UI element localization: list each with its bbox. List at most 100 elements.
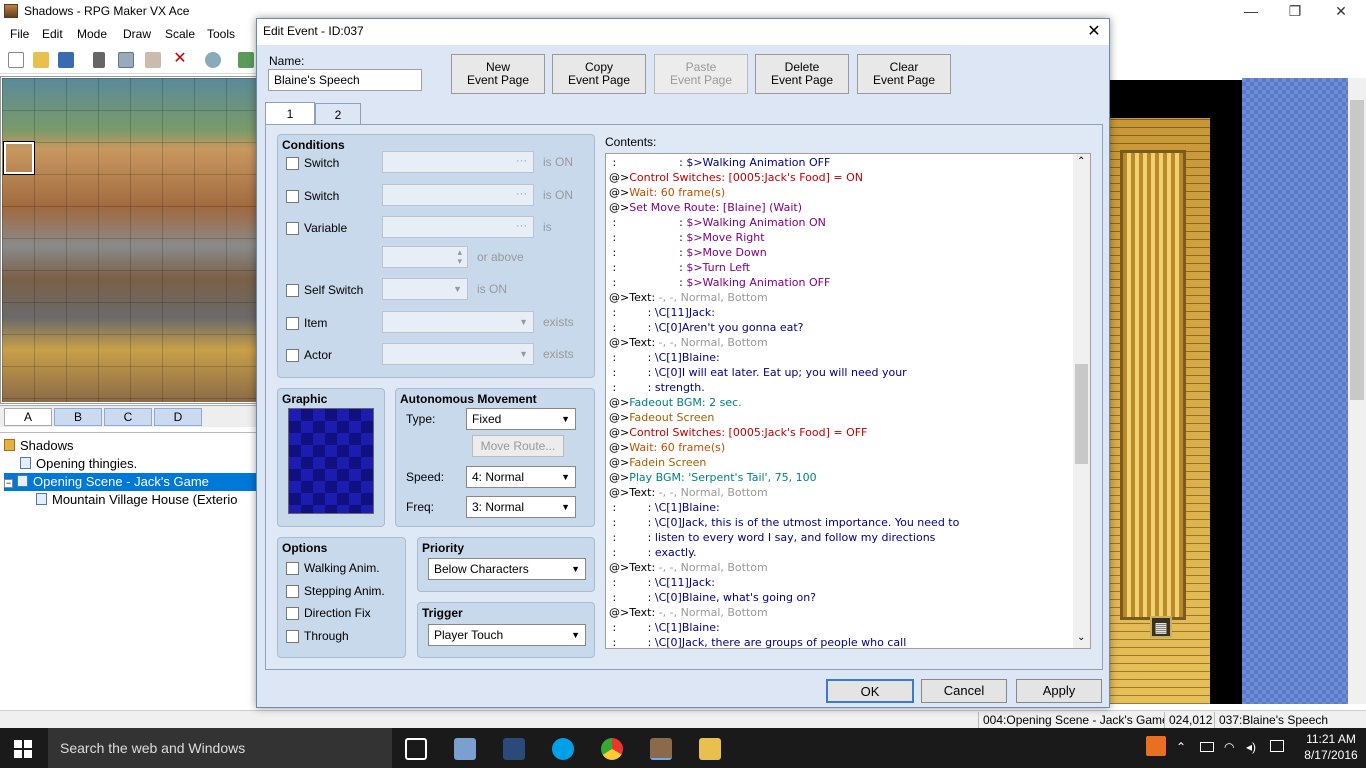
menu-tools[interactable]: Tools — [207, 27, 235, 41]
task-view-icon[interactable] — [405, 738, 427, 760]
event-command-row[interactable]: : : \C[11]Jack: — [609, 575, 714, 590]
menu-scale[interactable]: Scale — [165, 27, 195, 41]
ok-button[interactable]: OK — [826, 679, 914, 703]
event-command-row[interactable]: @>Control Switches: [0005:Jack's Food] =… — [609, 170, 863, 185]
map-scrollbar[interactable] — [1348, 78, 1366, 704]
open-project-icon[interactable] — [33, 52, 49, 68]
switch1-field[interactable]: ··· — [382, 151, 534, 173]
through-checkbox[interactable] — [286, 630, 299, 643]
minimize-button[interactable]: — — [1228, 0, 1274, 24]
scrollbar-thumb[interactable] — [1075, 364, 1088, 464]
event-command-row[interactable]: : : $>Walking Animation ON — [609, 215, 825, 230]
variable-value-stepper[interactable]: ▴ ▾ — [382, 246, 468, 268]
menu-file[interactable]: File — [10, 27, 29, 41]
tree-item-map[interactable]: Mountain Village House (Exterio — [36, 491, 258, 509]
event-command-row[interactable]: @>Wait: 60 frame(s) — [609, 185, 725, 200]
event-command-row[interactable]: : : $>Move Down — [609, 245, 766, 260]
new-project-icon[interactable] — [8, 52, 24, 68]
item-checkbox[interactable] — [286, 317, 299, 330]
map-layer-icon[interactable] — [238, 52, 254, 68]
event-command-row[interactable]: : : $>Turn Left — [609, 260, 750, 275]
switch2-field[interactable]: ··· — [382, 184, 534, 206]
notification-badge-icon[interactable] — [1146, 736, 1166, 756]
tab-page-1[interactable]: 1 — [265, 102, 315, 126]
undo-icon[interactable] — [205, 52, 221, 68]
chrome-icon[interactable] — [601, 738, 623, 760]
dialog-close-icon[interactable]: ✕ — [1079, 20, 1109, 44]
save-project-icon[interactable] — [58, 52, 74, 68]
tab-tileset-c[interactable]: C — [104, 408, 152, 426]
tray-chevron-icon[interactable]: ⌃ — [1176, 740, 1186, 754]
delete-event-page-button[interactable]: Delete Event Page — [755, 54, 849, 94]
cut-icon[interactable] — [93, 52, 105, 68]
volume-icon[interactable]: ◂) — [1246, 740, 1256, 754]
wifi-icon[interactable]: ◠ — [1224, 740, 1234, 754]
event-command-row[interactable]: : : \C[0]I will eat later. Eat up; you w… — [609, 365, 906, 380]
copy-event-page-button[interactable]: Copy Event Page — [552, 54, 646, 94]
tree-root-project[interactable]: Shadows — [4, 437, 258, 455]
event-command-row[interactable]: : : \C[0]Jack, there are groups of peopl… — [609, 635, 906, 648]
menu-mode[interactable]: Mode — [77, 27, 107, 41]
scrollbar-thumb[interactable] — [1350, 100, 1364, 400]
app-taskbar-icon[interactable] — [503, 738, 525, 760]
contents-scrollbar[interactable]: ⌃ ⌄ — [1073, 154, 1090, 648]
move-route-button[interactable]: Move Route... — [472, 435, 564, 457]
paste-icon[interactable] — [145, 52, 161, 68]
actor-select[interactable]: ▼ — [382, 343, 534, 365]
apply-button[interactable]: Apply — [1016, 679, 1102, 703]
actor-checkbox[interactable] — [286, 349, 299, 362]
event-command-row[interactable]: @>Set Move Route: [Blaine] (Wait) — [609, 200, 802, 215]
close-button[interactable]: ✕ — [1318, 0, 1364, 24]
switch2-checkbox[interactable] — [286, 190, 299, 203]
event-command-row[interactable]: : : $>Walking Animation OFF — [609, 275, 830, 290]
keyboard-icon[interactable] — [1270, 740, 1284, 752]
tab-tileset-d[interactable]: D — [154, 408, 202, 426]
event-marker-icon[interactable]: ▦ — [1150, 616, 1172, 638]
file-explorer-icon[interactable] — [699, 738, 721, 760]
event-command-row[interactable]: : : strength. — [609, 380, 704, 395]
event-command-row[interactable]: @>Text: -, -, Normal, Bottom — [609, 485, 768, 500]
event-command-row[interactable]: : : \C[1]Blaine: — [609, 500, 719, 515]
tileset-palette[interactable] — [2, 78, 256, 402]
tree-item-map[interactable]: Opening thingies. — [20, 455, 258, 473]
event-command-row[interactable]: : : \C[0]Blaine, what's going on? — [609, 590, 816, 605]
tab-page-2[interactable]: 2 — [315, 103, 361, 125]
movement-type-select[interactable]: Fixed ▼ — [466, 408, 576, 430]
cancel-button[interactable]: Cancel — [921, 679, 1007, 703]
event-command-row[interactable]: : : listen to every word I say, and foll… — [609, 530, 935, 545]
walking-anim-checkbox[interactable] — [286, 562, 299, 575]
event-command-row[interactable]: @>Control Switches: [0005:Jack's Food] =… — [609, 425, 867, 440]
event-command-row[interactable]: : : \C[1]Blaine: — [609, 620, 719, 635]
scroll-up-icon[interactable]: ⌃ — [1077, 156, 1085, 167]
event-command-row[interactable]: @>Play BGM: 'Serpent's Tail', 75, 100 — [609, 470, 817, 485]
speed-select[interactable]: 4: Normal ▼ — [466, 466, 576, 488]
self-switch-select[interactable]: ▼ — [382, 278, 468, 300]
event-command-row[interactable]: : : \C[1]Blaine: — [609, 350, 719, 365]
skype-icon[interactable] — [552, 738, 574, 760]
rpg-maker-icon[interactable] — [650, 738, 672, 760]
direction-fix-checkbox[interactable] — [286, 607, 299, 620]
event-name-input[interactable]: Blaine's Speech — [268, 69, 422, 91]
menu-edit[interactable]: Edit — [42, 27, 63, 41]
variable-checkbox[interactable] — [286, 222, 299, 235]
switch1-checkbox[interactable] — [286, 157, 299, 170]
trigger-select[interactable]: Player Touch ▼ — [428, 624, 586, 646]
delete-icon[interactable]: ✕ — [172, 51, 188, 68]
item-select[interactable]: ▼ — [382, 311, 534, 333]
restore-button[interactable]: ❐ — [1272, 0, 1318, 24]
freq-select[interactable]: 3: Normal ▼ — [466, 496, 576, 518]
stepping-anim-checkbox[interactable] — [286, 585, 299, 598]
event-contents-list[interactable]: : : $>Walking Animation OFF @>Control Swi… — [605, 153, 1091, 649]
event-command-row[interactable]: @>Wait: 60 frame(s) — [609, 440, 725, 455]
event-command-row[interactable]: : : \C[0]Aren't you gonna eat? — [609, 320, 803, 335]
taskbar-search[interactable]: Search the web and Windows — [48, 728, 392, 768]
event-graphic-preview[interactable] — [288, 408, 374, 514]
event-command-row[interactable]: : : exactly. — [609, 545, 696, 560]
copy-icon[interactable] — [118, 52, 134, 68]
tree-item-map-selected[interactable]: − Opening Scene - Jack's Game — [4, 473, 258, 491]
paste-event-page-button[interactable]: Paste Event Page — [654, 54, 748, 94]
event-command-row[interactable]: : : \C[11]Jack: — [609, 305, 714, 320]
tab-tileset-b[interactable]: B — [54, 408, 102, 426]
spin-down-icon[interactable]: ▾ — [457, 256, 462, 267]
event-command-row[interactable]: @>Text: -, -, Normal, Bottom — [609, 560, 768, 575]
